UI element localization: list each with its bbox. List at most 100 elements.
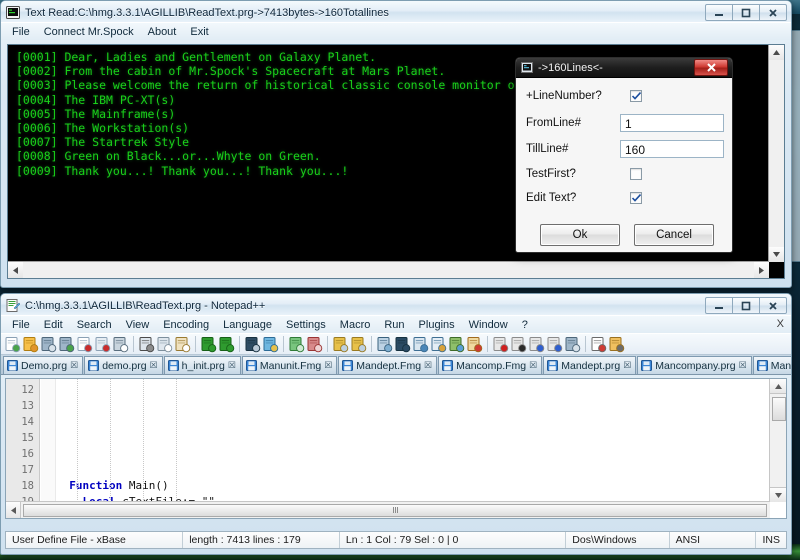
- minimize-button[interactable]: [705, 4, 733, 21]
- find-icon[interactable]: [244, 336, 261, 353]
- show-all-chars-icon[interactable]: [394, 336, 411, 353]
- notepadpp-menubar[interactable]: File Edit Search View Encoding Language …: [1, 315, 791, 333]
- menu-item-exit[interactable]: Exit: [183, 24, 215, 40]
- spellcheck-icon[interactable]: [590, 336, 607, 353]
- dialog-titlebar[interactable]: ->160Lines<-: [516, 58, 732, 78]
- scroll-right-button[interactable]: [754, 262, 769, 278]
- menu-item-plugins[interactable]: Plugins: [412, 317, 462, 333]
- scroll-up-button[interactable]: [769, 45, 784, 60]
- save-icon[interactable]: [40, 336, 57, 353]
- word-wrap-icon[interactable]: [376, 336, 393, 353]
- close-document-button[interactable]: X: [777, 318, 784, 330]
- print-icon[interactable]: [112, 336, 129, 353]
- editor-vertical-scrollbar[interactable]: [769, 379, 786, 502]
- menu-item-file[interactable]: File: [5, 317, 37, 333]
- fromline-input[interactable]: 1: [620, 114, 724, 132]
- replace-icon[interactable]: [262, 336, 279, 353]
- sync-scroll-h-icon[interactable]: [350, 336, 367, 353]
- zoom-out-icon[interactable]: [306, 336, 323, 353]
- checkbox-testfirst[interactable]: [630, 168, 642, 180]
- scroll-left-button[interactable]: [6, 502, 21, 518]
- menu-item-view[interactable]: View: [119, 317, 157, 333]
- editor-tab[interactable]: Mancompany.prg ☒: [637, 356, 752, 374]
- maximize-button[interactable]: [732, 297, 760, 314]
- menu-item-search[interactable]: Search: [70, 317, 119, 333]
- editor-tab[interactable]: h_init.prg ☒: [163, 356, 241, 374]
- close-button[interactable]: [759, 297, 787, 314]
- ok-button[interactable]: Ok: [540, 224, 620, 246]
- scrollbar-thumb[interactable]: [772, 397, 786, 421]
- sync-scroll-v-icon[interactable]: [332, 336, 349, 353]
- save-macro-icon[interactable]: [564, 336, 581, 353]
- editor-tab[interactable]: Manunit.Fmg ☒: [241, 356, 338, 374]
- tab-close-icon[interactable]: ☒: [623, 360, 631, 371]
- minimize-button[interactable]: [705, 297, 733, 314]
- new-file-icon[interactable]: [4, 336, 21, 353]
- doc-map-icon[interactable]: [448, 336, 465, 353]
- scroll-up-button[interactable]: [770, 379, 786, 394]
- menu-item-edit[interactable]: Edit: [37, 317, 70, 333]
- notepadpp-window[interactable]: C:\hmg.3.3.1\AGILLIB\ReadText.prg - Note…: [0, 293, 792, 555]
- editor-tab[interactable]: Demo.prg ☒: [3, 356, 84, 374]
- close-file-icon[interactable]: [76, 336, 93, 353]
- code-editor[interactable]: 121314151617181920 Function Main() Local…: [5, 378, 787, 519]
- stop-macro-icon[interactable]: [510, 336, 527, 353]
- notepadpp-titlebar[interactable]: C:\hmg.3.3.1\AGILLIB\ReadText.prg - Note…: [1, 294, 791, 315]
- code-folding-column[interactable]: [41, 379, 56, 518]
- tab-close-icon[interactable]: ☒: [228, 360, 236, 371]
- scrollbar-thumb[interactable]: [23, 504, 767, 517]
- tab-close-icon[interactable]: ☒: [424, 360, 432, 371]
- notepadpp-tabbar[interactable]: Demo.prg ☒ demo.prg ☒ h_init.prg ☒ Manunit.Fmg…: [1, 355, 791, 375]
- record-macro-icon[interactable]: [492, 336, 509, 353]
- tab-close-icon[interactable]: ☒: [529, 360, 537, 371]
- terminal-vertical-scrollbar[interactable]: [768, 45, 784, 262]
- tab-close-icon[interactable]: ☒: [70, 360, 78, 371]
- function-list-icon[interactable]: [466, 336, 483, 353]
- scroll-left-button[interactable]: [8, 262, 23, 278]
- tillline-input[interactable]: 160: [620, 140, 724, 158]
- play-multiple-icon[interactable]: [546, 336, 563, 353]
- tab-close-icon[interactable]: ☒: [324, 360, 332, 371]
- close-all-icon[interactable]: [94, 336, 111, 353]
- editor-tab[interactable]: Mandept.prg ☒: [543, 356, 637, 374]
- editor-tab[interactable]: Mandept.Fmg ☒: [338, 356, 438, 374]
- menu-item-file[interactable]: File: [5, 24, 37, 40]
- undo-icon[interactable]: [200, 336, 217, 353]
- console-titlebar[interactable]: Text Read:C:\hmg.3.3.1\AGILLIB\ReadText.…: [1, 1, 791, 22]
- menu-item-encoding[interactable]: Encoding: [156, 317, 216, 333]
- redo-icon[interactable]: [218, 336, 235, 353]
- tab-close-icon[interactable]: ☒: [739, 360, 747, 371]
- user-define-dialog-icon[interactable]: [430, 336, 447, 353]
- editor-tab[interactable]: demo.prg ☒: [84, 356, 163, 374]
- console-window-controls[interactable]: [705, 4, 787, 21]
- menu-item-about[interactable]: About: [141, 24, 184, 40]
- maximize-button[interactable]: [732, 4, 760, 21]
- cut-icon[interactable]: [138, 336, 155, 353]
- menu-item-run[interactable]: Run: [377, 317, 411, 333]
- menu-item-settings[interactable]: Settings: [279, 317, 333, 333]
- menu-item-help[interactable]: ?: [515, 317, 535, 333]
- open-file-icon[interactable]: [22, 336, 39, 353]
- code-content[interactable]: Function Main() Local cTextFile:= "" Loc…: [56, 379, 770, 502]
- paste-icon[interactable]: [174, 336, 191, 353]
- scroll-down-button[interactable]: [770, 487, 786, 502]
- save-all-icon[interactable]: [58, 336, 75, 353]
- cancel-button[interactable]: Cancel: [634, 224, 714, 246]
- notepadpp-toolbar[interactable]: [1, 333, 791, 355]
- checkbox-edittext[interactable]: [630, 192, 642, 204]
- lines-dialog[interactable]: ->160Lines<- +LineNumber? FromLine# 1 Ti…: [515, 57, 733, 253]
- play-macro-icon[interactable]: [528, 336, 545, 353]
- dialog-close-button[interactable]: [694, 59, 728, 76]
- editor-tab[interactable]: Mancomp.Fmg ☒: [438, 356, 543, 374]
- checkbox-linenumber[interactable]: [630, 90, 642, 102]
- close-button[interactable]: [759, 4, 787, 21]
- menu-item-window[interactable]: Window: [462, 317, 515, 333]
- menu-item-macro[interactable]: Macro: [333, 317, 378, 333]
- menu-item-connect[interactable]: Connect Mr.Spock: [37, 24, 141, 40]
- console-menubar[interactable]: File Connect Mr.Spock About Exit: [1, 22, 791, 40]
- folder-workspace-icon[interactable]: [608, 336, 625, 353]
- notepadpp-window-controls[interactable]: [705, 297, 787, 314]
- copy-icon[interactable]: [156, 336, 173, 353]
- menu-item-language[interactable]: Language: [216, 317, 279, 333]
- zoom-in-icon[interactable]: [288, 336, 305, 353]
